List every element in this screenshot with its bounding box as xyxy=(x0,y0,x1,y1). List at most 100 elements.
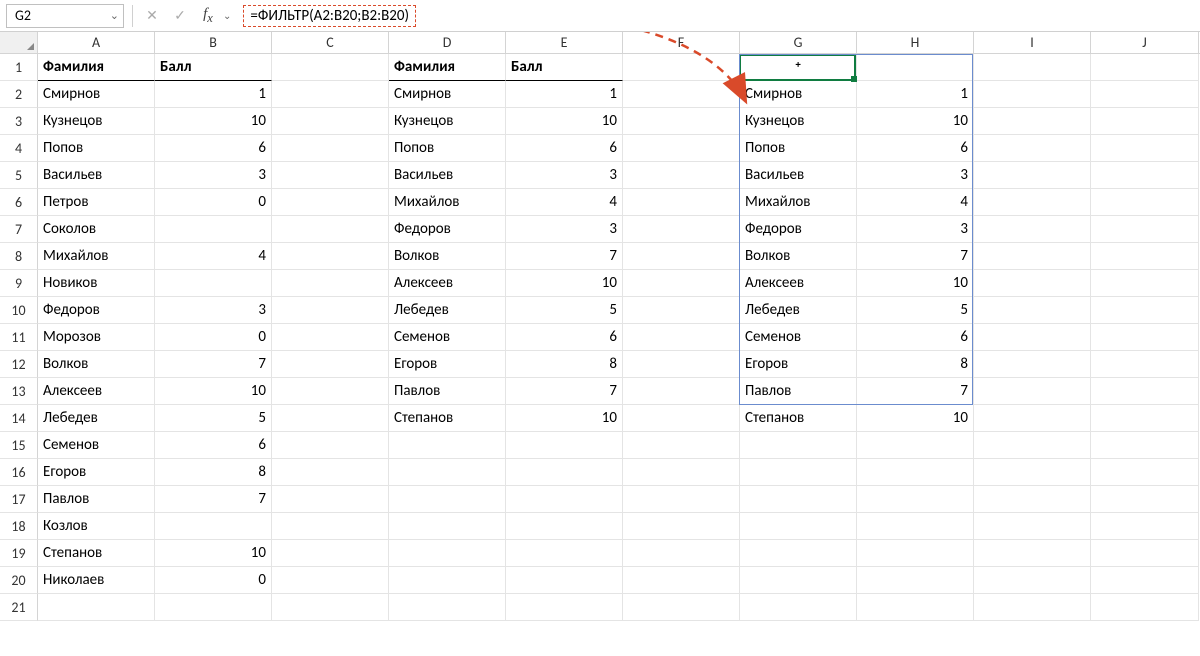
cell[interactable] xyxy=(623,405,740,432)
row-header[interactable]: 11 xyxy=(0,324,38,351)
cell[interactable] xyxy=(623,351,740,378)
cell[interactable]: 3 xyxy=(506,162,623,189)
cell[interactable]: 10 xyxy=(857,405,974,432)
cell[interactable] xyxy=(974,54,1091,81)
cell[interactable]: 6 xyxy=(155,135,272,162)
column-header[interactable]: B xyxy=(155,32,272,53)
cell[interactable]: 6 xyxy=(506,135,623,162)
cell[interactable]: Степанов xyxy=(389,405,506,432)
cell[interactable] xyxy=(272,486,389,513)
cell[interactable] xyxy=(974,486,1091,513)
cell[interactable]: 1 xyxy=(506,81,623,108)
cell[interactable] xyxy=(623,594,740,621)
spreadsheet-grid[interactable]: A B C D E F G H I J 1ФамилияБаллФамилияБ… xyxy=(0,32,1200,656)
cell[interactable] xyxy=(155,594,272,621)
cell[interactable]: Егоров xyxy=(38,459,155,486)
cell[interactable]: Семенов xyxy=(740,324,857,351)
cell[interactable] xyxy=(623,567,740,594)
cell[interactable] xyxy=(506,594,623,621)
cell[interactable]: Семенов xyxy=(38,432,155,459)
cell[interactable] xyxy=(389,567,506,594)
cell[interactable] xyxy=(389,540,506,567)
cell[interactable]: 0 xyxy=(155,324,272,351)
column-header[interactable]: J xyxy=(1091,32,1199,53)
column-header[interactable]: D xyxy=(389,32,506,53)
cell[interactable] xyxy=(1091,54,1199,81)
cell[interactable]: Михайлов xyxy=(740,189,857,216)
cell[interactable]: Фамилия xyxy=(38,54,155,81)
cell[interactable] xyxy=(1091,216,1199,243)
cell[interactable] xyxy=(974,135,1091,162)
cell[interactable] xyxy=(974,432,1091,459)
row-header[interactable]: 2 xyxy=(0,81,38,108)
cell[interactable]: Семенов xyxy=(389,324,506,351)
row-header[interactable]: 20 xyxy=(0,567,38,594)
cell[interactable]: 4 xyxy=(155,243,272,270)
cell[interactable]: 10 xyxy=(506,405,623,432)
cell[interactable] xyxy=(623,459,740,486)
cell[interactable] xyxy=(272,135,389,162)
cell[interactable] xyxy=(1091,378,1199,405)
cell[interactable] xyxy=(974,567,1091,594)
cell[interactable] xyxy=(974,324,1091,351)
cell[interactable]: Лебедев xyxy=(389,297,506,324)
row-header[interactable]: 8 xyxy=(0,243,38,270)
cell[interactable]: Степанов xyxy=(38,540,155,567)
row-header[interactable]: 6 xyxy=(0,189,38,216)
column-header[interactable]: C xyxy=(272,32,389,53)
cell[interactable]: Егоров xyxy=(740,351,857,378)
cell[interactable]: 10 xyxy=(155,540,272,567)
row-header[interactable]: 10 xyxy=(0,297,38,324)
cell[interactable] xyxy=(1091,270,1199,297)
cell[interactable]: 7 xyxy=(506,243,623,270)
row-header[interactable]: 4 xyxy=(0,135,38,162)
cell[interactable] xyxy=(506,513,623,540)
cell[interactable]: Федоров xyxy=(38,297,155,324)
cell[interactable] xyxy=(740,459,857,486)
cell[interactable] xyxy=(1091,567,1199,594)
column-header[interactable]: E xyxy=(506,32,623,53)
cell[interactable] xyxy=(272,378,389,405)
row-header[interactable]: 15 xyxy=(0,432,38,459)
cell[interactable] xyxy=(1091,135,1199,162)
cell[interactable] xyxy=(506,567,623,594)
cell[interactable]: 10 xyxy=(155,108,272,135)
cell[interactable]: 3 xyxy=(155,162,272,189)
column-header[interactable]: G xyxy=(740,32,857,53)
cell[interactable]: Балл xyxy=(506,54,623,81)
cell[interactable] xyxy=(623,81,740,108)
cell[interactable] xyxy=(857,54,974,81)
cell[interactable]: Лебедев xyxy=(38,405,155,432)
cell[interactable] xyxy=(623,270,740,297)
cell[interactable] xyxy=(623,297,740,324)
cell[interactable]: Егоров xyxy=(389,351,506,378)
cell[interactable] xyxy=(272,459,389,486)
cell[interactable] xyxy=(974,513,1091,540)
column-header[interactable]: F xyxy=(623,32,740,53)
cell[interactable]: Кузнецов xyxy=(740,108,857,135)
accept-formula-button[interactable]: ✓ xyxy=(169,5,191,27)
cell[interactable]: Павлов xyxy=(38,486,155,513)
cell[interactable] xyxy=(740,513,857,540)
cell[interactable]: Фамилия xyxy=(389,54,506,81)
cell[interactable]: 5 xyxy=(155,405,272,432)
cell[interactable]: 10 xyxy=(155,378,272,405)
cell[interactable] xyxy=(857,513,974,540)
cell[interactable] xyxy=(740,486,857,513)
cell[interactable]: 4 xyxy=(506,189,623,216)
cell[interactable]: Волков xyxy=(740,243,857,270)
cell[interactable] xyxy=(272,108,389,135)
cell[interactable] xyxy=(272,594,389,621)
cell[interactable] xyxy=(974,243,1091,270)
cell[interactable]: 7 xyxy=(155,351,272,378)
cell[interactable] xyxy=(623,540,740,567)
cell[interactable]: Петров xyxy=(38,189,155,216)
cell[interactable]: 10 xyxy=(857,270,974,297)
cell[interactable] xyxy=(155,216,272,243)
cell[interactable] xyxy=(272,189,389,216)
cell[interactable] xyxy=(974,108,1091,135)
cell[interactable] xyxy=(623,378,740,405)
cell[interactable]: Козлов xyxy=(38,513,155,540)
row-header[interactable]: 19 xyxy=(0,540,38,567)
column-header[interactable]: A xyxy=(38,32,155,53)
